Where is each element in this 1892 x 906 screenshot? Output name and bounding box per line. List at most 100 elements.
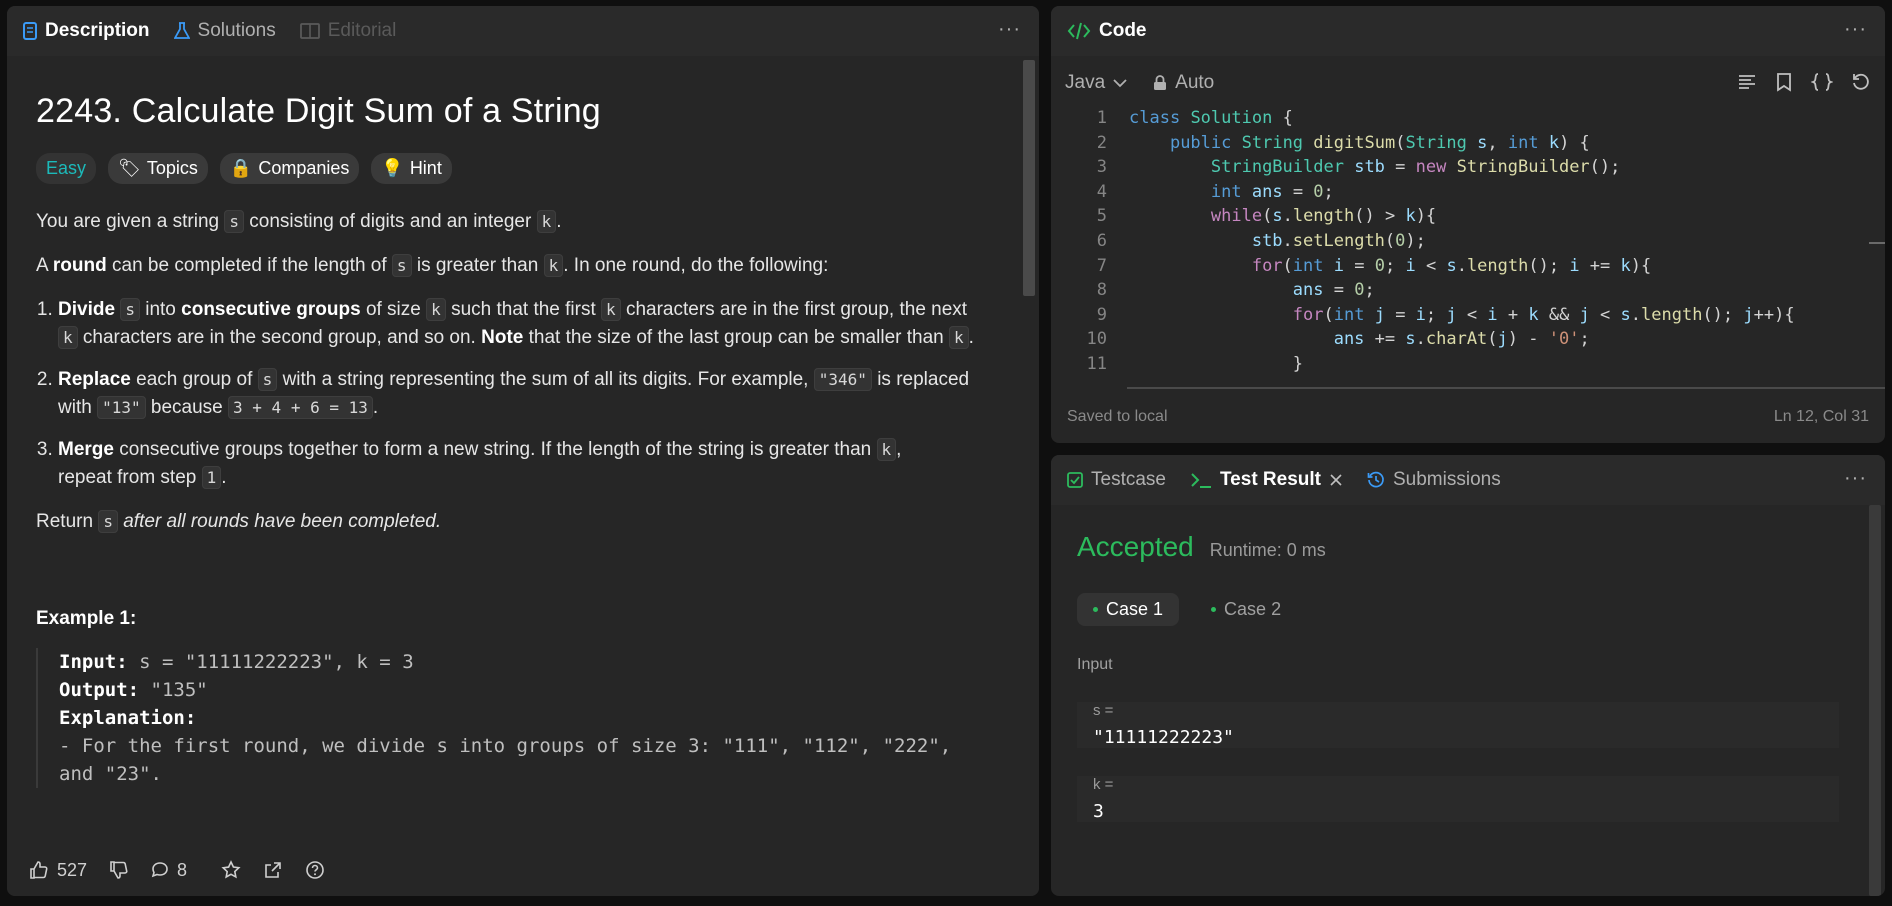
- case-1-tab[interactable]: Case 1: [1077, 593, 1180, 626]
- line-number: 5: [1096, 206, 1107, 227]
- code-line: 9 for(int j = i; j < i + k && j < s.leng…: [1051, 303, 1885, 328]
- editor-scroll-indicator[interactable]: [1869, 242, 1885, 244]
- tab-testcase[interactable]: Testcase: [1067, 469, 1166, 491]
- description-scrollbar[interactable]: [1019, 56, 1039, 846]
- language-select[interactable]: Java: [1065, 72, 1127, 94]
- tab-submissions-label: Submissions: [1393, 469, 1501, 490]
- bold-text: Divide: [58, 299, 116, 320]
- code-line: 11 }: [1051, 352, 1885, 377]
- text: . In one round, do the following:: [563, 255, 829, 276]
- text: A: [36, 255, 53, 276]
- text: because: [150, 397, 223, 418]
- tab-solutions[interactable]: Solutions: [173, 20, 276, 42]
- lock-icon: 🔒: [229, 158, 253, 178]
- line-number: 10: [1086, 329, 1107, 350]
- text: You are given a string: [36, 211, 225, 232]
- line-number: 8: [1096, 280, 1107, 301]
- tab-editorial-label: Editorial: [327, 20, 397, 41]
- inline-code: "346": [813, 368, 872, 391]
- chevron-down-icon: [1113, 79, 1127, 88]
- text: .: [372, 397, 379, 418]
- topics-label: Topics: [146, 158, 198, 178]
- scroll-thumb[interactable]: [1869, 505, 1881, 896]
- comment-icon: [151, 862, 168, 878]
- like-button[interactable]: 527: [29, 860, 87, 881]
- auto-mode[interactable]: Auto: [1153, 72, 1214, 94]
- dislike-button[interactable]: [109, 860, 129, 880]
- inline-code: s: [257, 368, 278, 391]
- tag-icon: 🏷: [118, 158, 141, 178]
- example-title: Example 1:: [36, 608, 137, 629]
- input-value: s = "11111222223", k = 3: [139, 651, 414, 673]
- favorite-button[interactable]: [221, 860, 241, 880]
- input-var-k: k = 3: [1077, 776, 1839, 822]
- hint-label: Hint: [409, 158, 442, 178]
- code-editor[interactable]: 1 class Solution { 2 public String digitS…: [1051, 106, 1885, 393]
- code-line: 8 ans = 0;: [1051, 278, 1885, 303]
- tab-description[interactable]: Description: [23, 20, 150, 42]
- inline-code: s: [224, 210, 245, 233]
- tab-code[interactable]: Code: [1067, 20, 1147, 42]
- text: .: [556, 211, 562, 232]
- more-icon[interactable]: ···: [1844, 18, 1867, 41]
- text: consecutive groups together to form a ne…: [119, 439, 872, 460]
- scroll-thumb[interactable]: [1023, 60, 1035, 296]
- text: can be completed if the length of: [106, 255, 392, 276]
- question-icon: [306, 861, 324, 879]
- history-icon: [1367, 471, 1384, 488]
- explanation-label: Explanation:: [59, 707, 197, 729]
- result-tabbar: Testcase Test Result Submissions ···: [1051, 455, 1885, 505]
- close-icon[interactable]: [1329, 473, 1343, 487]
- var-name: k =: [1093, 776, 1114, 793]
- like-count: 527: [57, 859, 88, 880]
- cursor-position: Ln 12, Col 31: [1773, 408, 1869, 425]
- tab-submissions[interactable]: Submissions: [1367, 469, 1501, 491]
- code-toolbar: Java Auto: [1051, 62, 1885, 104]
- code-line: 1 class Solution {: [1051, 106, 1885, 131]
- companies-label: Companies: [258, 158, 350, 178]
- case-2-tab[interactable]: Case 2: [1195, 593, 1297, 626]
- text: consisting of digits and an integer: [244, 211, 537, 232]
- example-block: Input: s = "11111222223", k = 3 Output: …: [36, 648, 991, 788]
- companies-tag[interactable]: 🔒 Companies: [219, 153, 360, 184]
- problem-title: 2243. Calculate Digit Sum of a String: [36, 92, 601, 130]
- topics-tag[interactable]: 🏷 Topics: [108, 153, 208, 184]
- help-button[interactable]: [305, 860, 325, 880]
- reset-icon[interactable]: [1851, 72, 1871, 92]
- bold-text: round: [52, 255, 107, 276]
- inline-code: "13": [97, 396, 146, 419]
- share-icon: [265, 862, 281, 878]
- hint-tag[interactable]: 💡 Hint: [371, 153, 452, 184]
- code-tabbar: Code ···: [1051, 6, 1885, 56]
- tab-description-label: Description: [45, 20, 150, 41]
- share-button[interactable]: [263, 860, 283, 880]
- tab-test-result[interactable]: Test Result: [1190, 469, 1343, 491]
- result-scrollbar[interactable]: [1865, 505, 1885, 896]
- difficulty-badge[interactable]: Easy: [36, 153, 97, 184]
- line-number: 6: [1096, 230, 1107, 251]
- pass-dot: [1093, 607, 1098, 612]
- output-label: Output:: [59, 679, 140, 701]
- format-icon[interactable]: [1737, 72, 1757, 92]
- more-icon[interactable]: ···: [1844, 467, 1867, 490]
- bookmark-icon[interactable]: [1775, 72, 1793, 92]
- bold-text: Replace: [58, 369, 131, 390]
- paragraph-intro: You are given a string s consisting of d…: [36, 208, 991, 236]
- accepted-status: Accepted: [1077, 531, 1194, 562]
- inline-code: k: [58, 326, 78, 349]
- braces-icon[interactable]: [1811, 72, 1833, 92]
- left-tabbar: Description Solutions Editorial ···: [7, 6, 1039, 56]
- text: characters are in the first group, the n…: [625, 299, 968, 320]
- document-icon: [23, 22, 37, 40]
- case-label: Case 1: [1106, 599, 1164, 619]
- inline-code: s: [391, 254, 412, 277]
- inline-code: k: [426, 298, 446, 321]
- tab-test-result-label: Test Result: [1219, 469, 1321, 490]
- more-icon[interactable]: ···: [998, 18, 1021, 41]
- tab-editorial[interactable]: Editorial: [299, 20, 397, 42]
- code-line: 4 int ans = 0;: [1051, 180, 1885, 205]
- comments-button[interactable]: 8: [151, 860, 187, 881]
- runtime-text: Runtime: 0 ms: [1209, 540, 1326, 560]
- result-panel: Testcase Test Result Submissions ··· Acc…: [1051, 455, 1885, 896]
- bold-text: Merge: [58, 439, 114, 460]
